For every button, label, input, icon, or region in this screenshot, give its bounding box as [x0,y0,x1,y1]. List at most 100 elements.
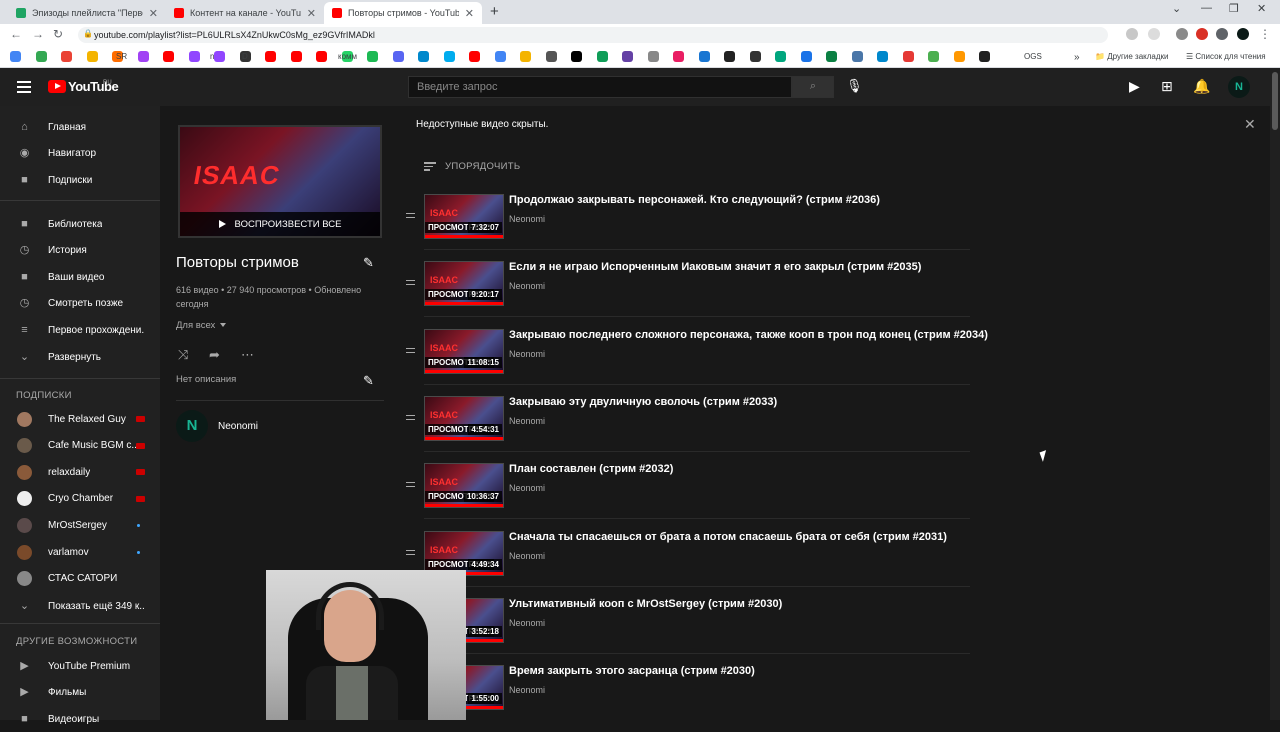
bookmark-favicon-icon[interactable] [928,51,939,62]
video-channel[interactable]: Neonomi [509,618,545,628]
tab-close-icon[interactable]: ✕ [307,7,316,20]
subscription-item[interactable]: relaxdaily [0,459,160,485]
subscription-item[interactable]: The Relaxed Guy [0,406,160,432]
bookmark-label[interactable]: OGS [1024,52,1042,61]
video-title[interactable]: Если я не играю Испорченным Иаковым знач… [509,261,921,273]
owner-name[interactable]: Neonomi [218,421,258,432]
bookmark-favicon-icon[interactable] [265,51,276,62]
apps-grid-icon[interactable]: ⊞ [1161,78,1173,95]
browser-tab[interactable]: Контент на канале - YouTube St ✕ [166,2,324,24]
sidebar-item[interactable]: ■ Библиотека [0,211,160,237]
edit-description-icon[interactable]: ✎ [363,373,374,389]
playlist-video-row[interactable]: ISAAC ПРОСМОТРЕНО 4:54:31 Закрываю эту двул… [404,393,974,460]
scrollbar-thumb[interactable] [1272,72,1278,130]
video-title[interactable]: Ультимативный кооп с MrOstSergey (стрим … [509,598,782,610]
browser-tab[interactable]: Повторы стримов - YouTube ✕ [324,2,482,24]
bookmark-favicon-icon[interactable] [953,51,965,62]
drag-handle-icon[interactable] [406,280,415,286]
bookmark-favicon-icon[interactable] [494,51,506,62]
video-thumbnail[interactable]: ISAAC ПРОСМОТРЕНО 4:54:31 [424,395,504,441]
maximize-icon[interactable]: ❐ [1229,2,1239,15]
sidebar-item[interactable]: ≡ Первое прохождени... [0,317,160,343]
bookmark-favicon-icon[interactable] [163,51,174,62]
video-channel[interactable]: Neonomi [509,349,545,359]
bookmark-favicon-icon[interactable] [826,51,837,62]
drag-handle-icon[interactable] [406,549,415,555]
back-icon[interactable]: ← [10,27,22,41]
bookmarks-overflow-icon[interactable]: » [1074,52,1080,63]
page-scrollbar[interactable] [1270,68,1280,720]
bookmark-favicon-icon[interactable] [10,51,21,62]
more-actions-icon[interactable]: ⋯ [241,347,254,363]
bookmark-favicon-icon[interactable] [316,51,327,62]
browser-menu-icon[interactable]: ⋮ [1259,27,1271,41]
bookmark-favicon-icon[interactable] [851,51,863,62]
window-close-icon[interactable]: ✕ [1257,2,1266,15]
video-thumbnail[interactable]: ISAAC ПРОСМОТРЕНО 9:20:17 [424,261,504,307]
tab-close-icon[interactable]: ✕ [465,7,474,20]
profile-avatar[interactable] [1237,28,1249,40]
video-thumbnail[interactable]: ISAAC ПРОСМОТРЕНО 11:08:15 [424,328,504,374]
search-button[interactable]: ⌕ [792,76,834,98]
search-input[interactable]: Введите запрос [408,76,792,98]
bookmark-favicon-icon[interactable] [61,51,72,62]
notifications-bell-icon[interactable]: 🔔 [1193,78,1210,95]
drag-handle-icon[interactable] [406,414,415,420]
sidebar-item[interactable]: ◷ Смотреть позже [0,291,160,317]
microphone-icon[interactable]: 🎙 [846,78,863,94]
reading-list[interactable]: ☰ Список для чтения [1186,52,1266,61]
bookmark-favicon-icon[interactable] [35,51,47,62]
owner-avatar[interactable]: N [176,410,208,442]
bookmark-favicon-icon[interactable] [214,51,225,62]
tab-close-icon[interactable]: ✕ [149,7,158,20]
video-thumbnail[interactable]: ISAAC ПРОСМОТРЕНО 10:36:37 [424,463,504,509]
bookmark-favicon-icon[interactable] [698,51,710,62]
subscription-item[interactable]: Cafe Music BGM c... [0,433,160,459]
drag-handle-icon[interactable] [406,213,415,218]
sidebar-item[interactable]: ⌄ Развернуть [0,344,160,370]
bookmark-favicon-icon[interactable] [520,51,531,62]
sort-button[interactable]: УПОРЯДОЧИТЬ [424,160,520,173]
privacy-dropdown[interactable]: Для всех [176,320,227,331]
playlist-video-row[interactable]: ISAAC ПРОСМОТРЕНО 10:36:37 План составлен (… [404,460,974,527]
lock-icon[interactable]: 🔒 [83,29,93,38]
bookmark-favicon-icon[interactable] [749,51,761,62]
video-channel[interactable]: Neonomi [509,416,545,426]
install-icon[interactable] [1126,28,1138,40]
playlist-video-row[interactable]: ISAACПРОСМОТРЕНО1:55:00Время закрыть это… [404,662,974,729]
extension-icon[interactable] [1196,28,1208,40]
shuffle-icon[interactable]: ⤨ [178,347,188,363]
create-video-icon[interactable]: ▶ [1129,78,1140,95]
subscription-item[interactable]: varlamov [0,539,160,565]
bookmark-label[interactable]: SR [116,52,127,61]
playlist-video-row[interactable]: ISAAC ПРОСМОТРЕНО 9:20:17 Если я не играю И… [404,258,974,325]
tab-search-icon[interactable]: ⌄ [1172,2,1181,15]
bookmark-favicon-icon[interactable] [673,51,684,62]
new-tab-button[interactable]: + [490,3,499,20]
playlist-video-row[interactable]: ISAAC ПРОСМОТРЕНО 11:08:15 Закрываю последн… [404,326,988,393]
bookmark-favicon-icon[interactable] [622,51,633,62]
close-icon[interactable]: ✕ [1244,116,1256,133]
account-avatar[interactable]: N [1228,76,1250,98]
video-channel[interactable]: Neonomi [509,685,545,695]
bookmark-favicon-icon[interactable] [469,51,480,62]
sidebar-item[interactable]: ■ Видеоигры [0,706,160,732]
bookmark-favicon-icon[interactable] [571,51,582,62]
subscription-item[interactable]: MrOstSergey [0,512,160,538]
video-thumbnail[interactable]: ISAAC ПРОСМОТРЕНО 4:49:34 [424,530,504,576]
bookmark-star-icon[interactable] [1148,28,1160,40]
forward-icon[interactable]: → [32,27,44,41]
sidebar-item[interactable]: ■ Подписки [0,167,160,193]
video-title[interactable]: Продолжаю закрывать персонажей. Кто след… [509,194,880,206]
bookmark-favicon-icon[interactable] [724,51,735,62]
extension-icon[interactable] [1176,28,1188,40]
sidebar-item[interactable]: ⌄ Показать ещё 349 к... [0,593,160,619]
edit-title-icon[interactable]: ✎ [363,255,374,271]
video-title[interactable]: План составлен (стрим #2032) [509,463,673,475]
bookmark-favicon-icon[interactable] [775,51,786,62]
drag-handle-icon[interactable] [406,482,415,488]
bookmark-label[interactable]: комм [338,52,357,61]
menu-icon[interactable] [17,81,31,93]
bookmark-favicon-icon[interactable] [877,51,888,62]
video-channel[interactable]: Neonomi [509,214,545,224]
